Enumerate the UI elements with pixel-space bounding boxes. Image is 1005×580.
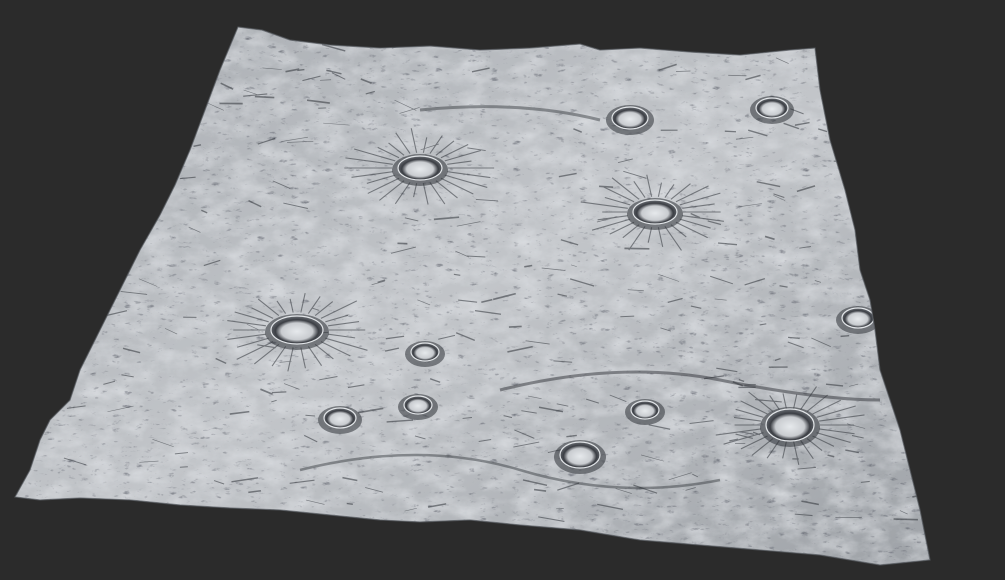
crater: [765, 408, 815, 442]
ridge-line: [675, 70, 691, 72]
ridge-line: [94, 40, 112, 45]
ridge-line: [51, 364, 60, 369]
ridge-line: [254, 95, 275, 99]
ridge-line: [346, 502, 353, 506]
ridge-line: [861, 176, 880, 181]
ridge-line: [620, 315, 635, 318]
ridge-line: [910, 232, 917, 236]
ridge-line: [113, 510, 126, 513]
crater: [611, 106, 649, 130]
ridge-line: [216, 59, 224, 61]
crater: [403, 395, 433, 415]
ridge-line: [879, 166, 901, 174]
ridge-line: [873, 171, 896, 181]
ridge-line: [508, 325, 522, 328]
ridge-line: [44, 192, 57, 196]
ridge-line: [57, 369, 72, 372]
ridge-line: [908, 373, 920, 377]
ridge-line: [61, 298, 85, 302]
ridge-line: [599, 185, 614, 189]
ridge-line: [909, 246, 930, 257]
ridge-line: [890, 370, 904, 374]
ridge-line: [892, 139, 912, 145]
ridge-line: [829, 128, 837, 132]
crater: [630, 400, 660, 420]
ridge-line: [752, 46, 769, 52]
terrain-mesh-render[interactable]: [0, 0, 1005, 580]
ridge-line: [57, 268, 77, 278]
ridge-line: [297, 68, 305, 72]
ridge-line: [901, 191, 926, 198]
ridge-line: [869, 58, 889, 61]
ridge-line: [41, 52, 56, 57]
ridge-line: [195, 100, 209, 106]
ridge-line: [869, 46, 894, 54]
ridge-line: [271, 391, 287, 394]
crater: [841, 307, 875, 329]
ridge-line: [82, 148, 100, 152]
ridge-line: [80, 87, 104, 91]
terrain-surface: [15, 27, 930, 565]
ridge-line: [95, 506, 109, 513]
ridge-line: [840, 334, 850, 338]
ridge-line: [904, 43, 912, 47]
ridge-line: [89, 126, 97, 129]
ridge-line: [874, 59, 900, 67]
crater: [632, 199, 678, 225]
ridge-line: [893, 518, 918, 521]
ridge-line: [83, 509, 104, 519]
ridge-line: [130, 129, 148, 134]
ridge-line: [900, 205, 924, 212]
crater: [559, 441, 601, 469]
ridge-line: [158, 144, 181, 148]
ridge-line: [82, 239, 100, 243]
crater: [270, 315, 324, 345]
crater: [323, 407, 357, 429]
ridge-line: [96, 204, 118, 213]
ridge-line: [862, 157, 872, 160]
ridge-line: [724, 130, 737, 133]
crater: [755, 97, 789, 119]
3d-viewport[interactable]: [0, 0, 1005, 580]
crater: [397, 155, 443, 181]
ridge-line: [136, 128, 144, 134]
crater: [410, 342, 440, 362]
ridge-line: [106, 511, 132, 521]
ridge-line: [103, 183, 126, 193]
ridge-line: [49, 498, 74, 505]
